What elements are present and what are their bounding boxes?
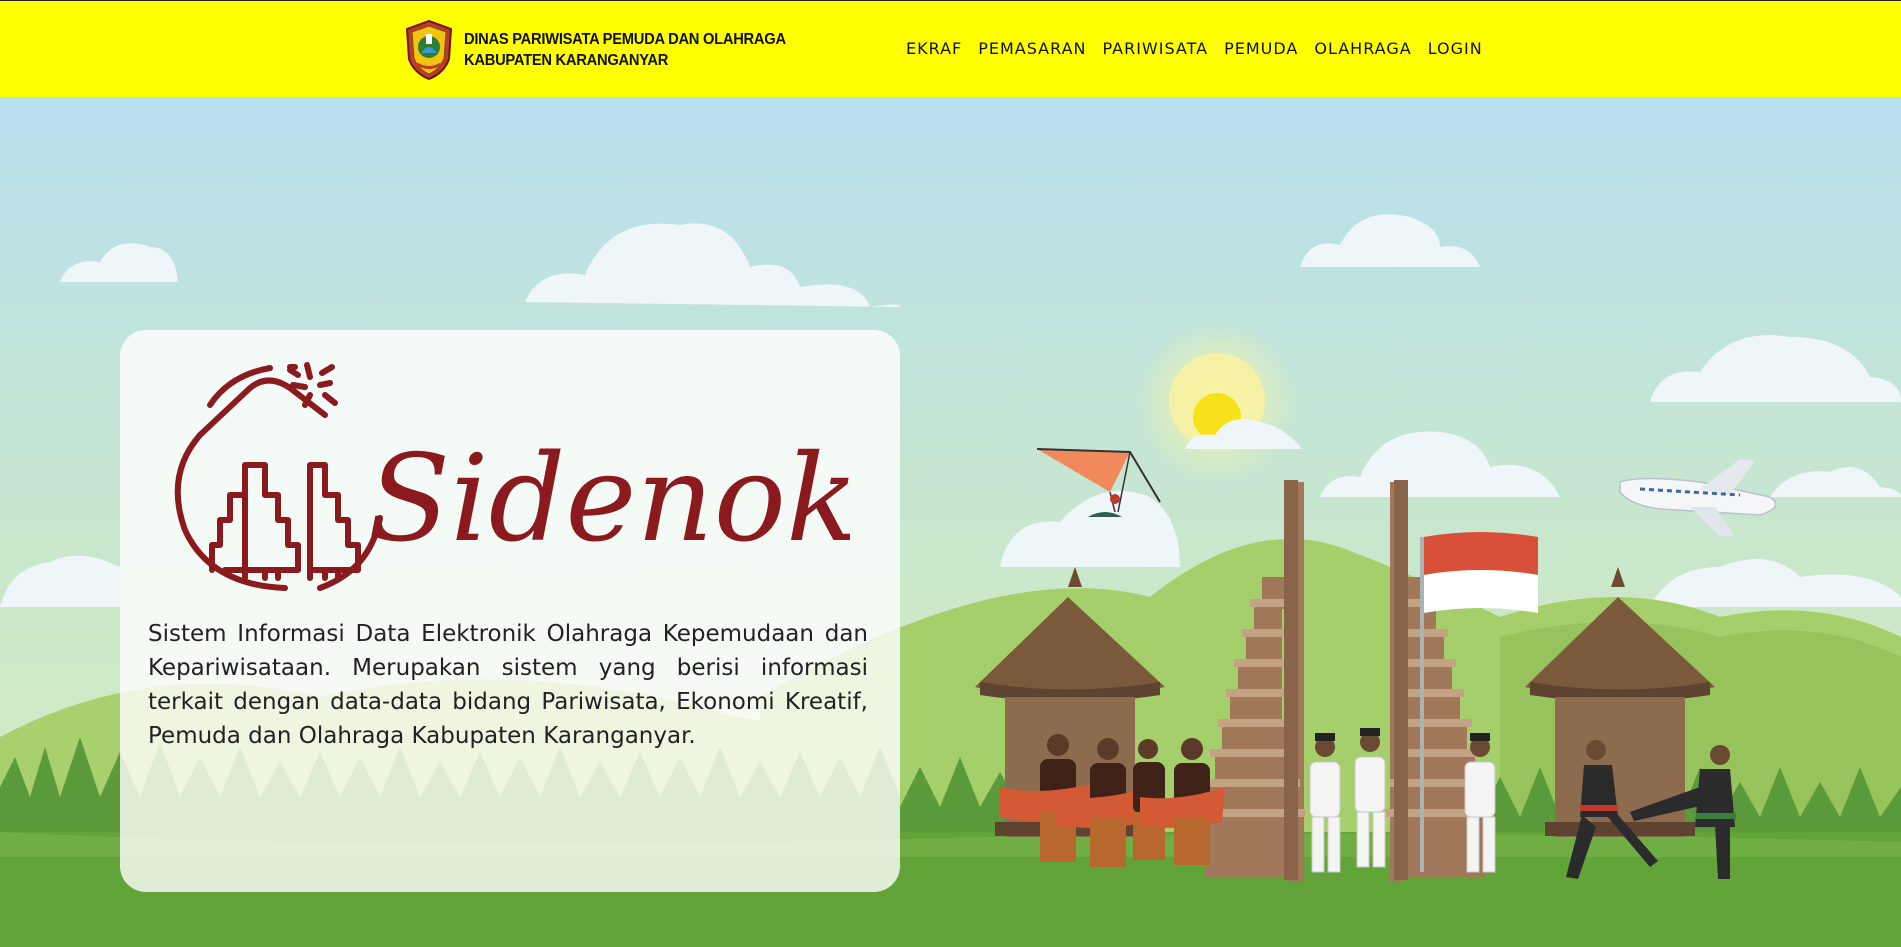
agency-name: DINAS PARIWISATA PEMUDA DAN OLAHRAGA KAB… [464, 29, 786, 71]
nav-login[interactable]: LOGIN [1428, 39, 1483, 58]
brand[interactable]: DINAS PARIWISATA PEMUDA DAN OLAHRAGA KAB… [404, 19, 814, 81]
nav-olahraga[interactable]: OLAHRAGA [1314, 39, 1411, 58]
temple-gate-circle-icon [174, 362, 383, 591]
sidenokk-logo: Sidenokk [174, 362, 850, 591]
nav-pemuda[interactable]: PEMUDA [1224, 39, 1298, 58]
agency-name-line1: DINAS PARIWISATA PEMUDA DAN OLAHRAGA [464, 31, 786, 48]
karanganyar-regency-crest-icon [405, 19, 453, 81]
app-name: Sidenokk [368, 430, 850, 569]
main-nav: EKRAF PEMASARAN PARIWISATA PEMUDA OLAHRA… [906, 39, 1499, 58]
agency-name-line2: KABUPATEN KARANGANYAR [464, 52, 669, 69]
intro-card: Sidenokk Sistem Informasi Data Elektroni… [120, 330, 900, 892]
nav-ekraf[interactable]: EKRAF [906, 39, 962, 58]
nav-pemasaran[interactable]: PEMASARAN [978, 39, 1086, 58]
top-navbar: DINAS PARIWISATA PEMUDA DAN OLAHRAGA KAB… [0, 0, 1901, 97]
nav-pariwisata[interactable]: PARIWISATA [1103, 39, 1209, 58]
app-description: Sistem Informasi Data Elektronik Olahrag… [148, 621, 868, 749]
